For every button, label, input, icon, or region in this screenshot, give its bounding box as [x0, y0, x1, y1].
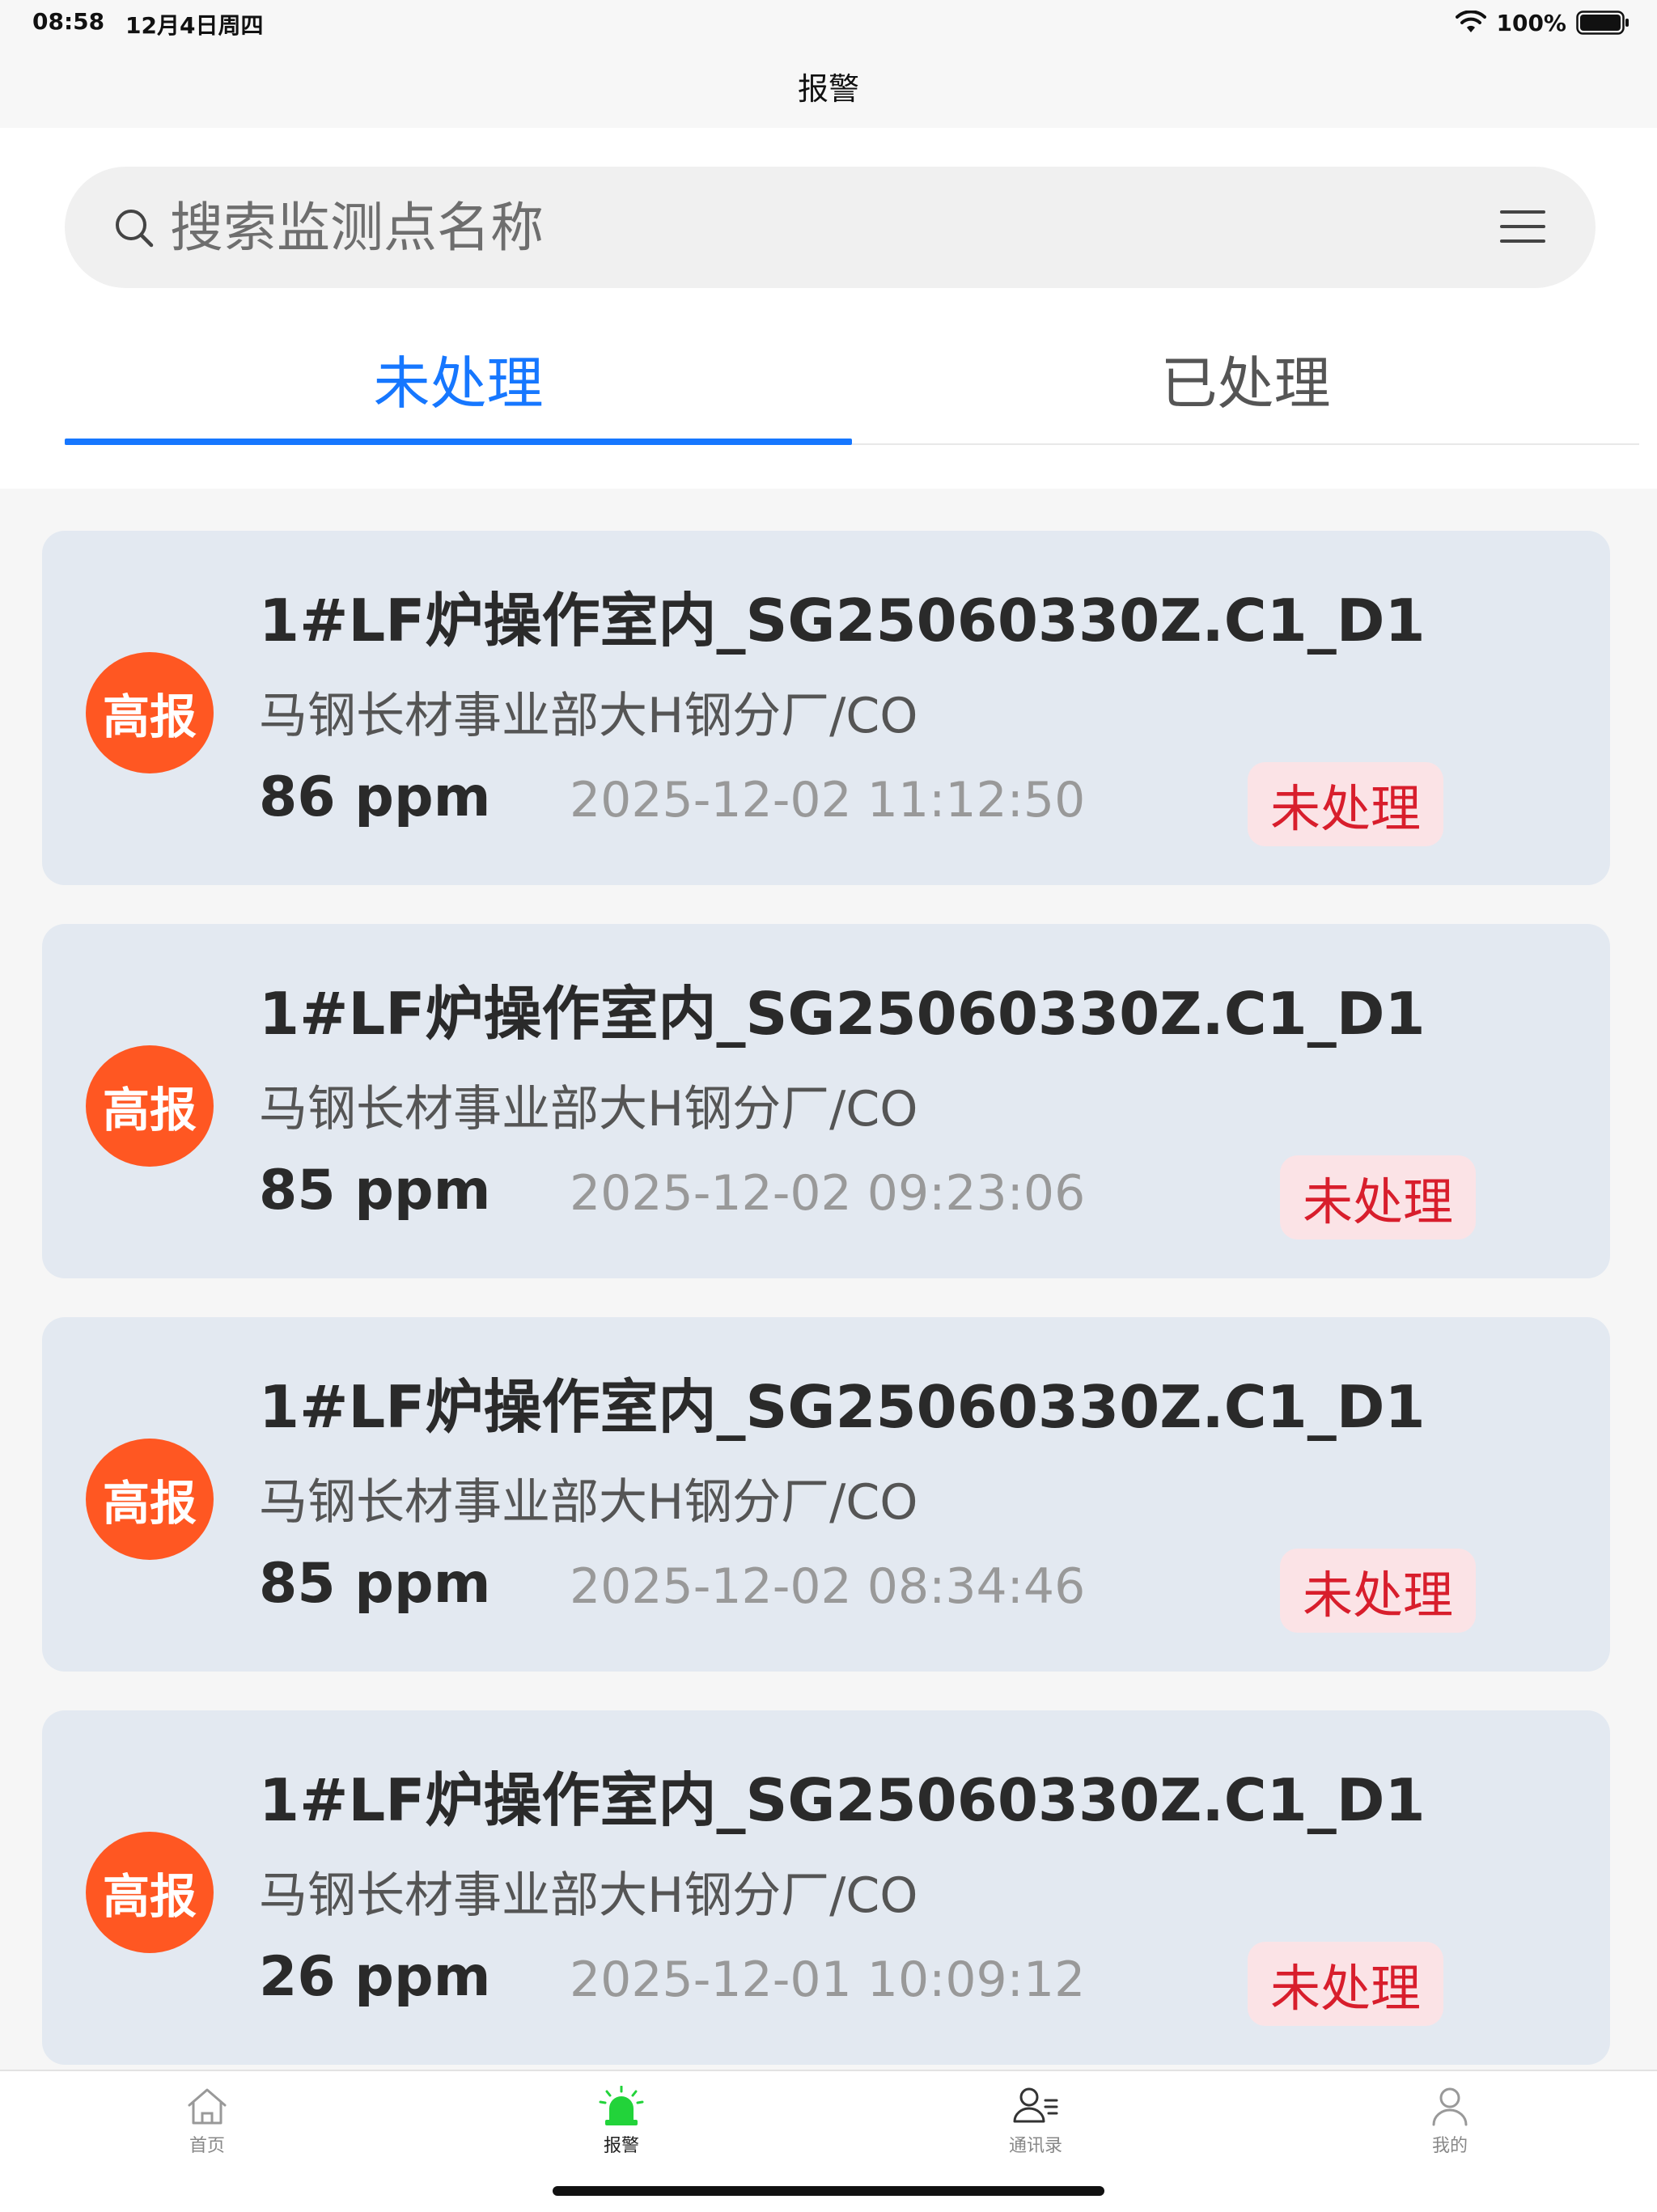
active-tab-indicator	[65, 439, 852, 445]
battery-percentage: 100%	[1496, 9, 1566, 36]
battery-icon	[1576, 11, 1629, 35]
tab-unprocessed[interactable]: 未处理	[65, 314, 852, 443]
alarm-value: 85 ppm	[259, 1159, 491, 1223]
alarm-location: 马钢长材事业部大H钢分厂/CO	[259, 1867, 918, 1924]
navigation-bar: 报警	[0, 44, 1657, 128]
alarm-value: 26 ppm	[259, 1945, 491, 2009]
status-date: 12月4日周四	[125, 12, 264, 39]
alarm-time: 2025-12-02 09:23:06	[570, 1165, 1086, 1222]
alarm-card[interactable]: 高报 1#LF炉操作室内_SG25060330Z.C1_D1 马钢长材事业部大H…	[42, 1317, 1610, 1672]
tabbar-label: 首页	[189, 2136, 225, 2156]
alarm-point-name: 1#LF炉操作室内_SG25060330Z.C1_D1	[259, 587, 1426, 655]
tab-processed[interactable]: 已处理	[852, 314, 1639, 443]
tabbar-item-alarm[interactable]: 报警	[540, 2086, 702, 2175]
alarm-value: 86 ppm	[259, 765, 491, 829]
alarm-time: 2025-12-02 11:12:50	[570, 772, 1086, 828]
status-time: 08:58	[32, 8, 105, 35]
search-bar	[65, 167, 1596, 288]
alarm-point-name: 1#LF炉操作室内_SG25060330Z.C1_D1	[259, 1373, 1426, 1441]
alarm-siren-icon	[597, 2086, 646, 2126]
alarm-value: 85 ppm	[259, 1552, 491, 1616]
alarm-level-badge: 高报	[86, 1045, 214, 1167]
alarm-card[interactable]: 高报 1#LF炉操作室内_SG25060330Z.C1_D1 马钢长材事业部大H…	[42, 924, 1610, 1278]
alarm-point-name: 1#LF炉操作室内_SG25060330Z.C1_D1	[259, 1766, 1426, 1834]
alarm-status-tag: 未处理	[1280, 1549, 1477, 1633]
alarm-level-badge: 高报	[86, 652, 214, 773]
tabbar-item-contacts[interactable]: 通讯录	[955, 2086, 1117, 2175]
alarm-status-tag: 未处理	[1280, 1155, 1477, 1239]
header-panel: 未处理 已处理	[0, 128, 1657, 489]
alarm-point-name: 1#LF炉操作室内_SG25060330Z.C1_D1	[259, 980, 1426, 1048]
alarm-time: 2025-12-02 08:34:46	[570, 1558, 1086, 1615]
status-indicators: 100%	[1456, 6, 1629, 39]
status-tabs: 未处理 已处理	[65, 314, 1639, 450]
tabbar-label: 报警	[603, 2136, 639, 2156]
home-icon	[184, 2086, 230, 2126]
alarm-location: 马钢长材事业部大H钢分厂/CO	[259, 1081, 918, 1138]
wifi-icon	[1456, 11, 1487, 35]
tabbar-item-profile[interactable]: 我的	[1369, 2086, 1531, 2175]
search-input[interactable]	[170, 189, 1424, 265]
contacts-icon	[1011, 2086, 1060, 2126]
alarm-level-badge: 高报	[86, 1832, 214, 1953]
alarm-location: 马钢长材事业部大H钢分厂/CO	[259, 1474, 918, 1531]
search-icon	[113, 207, 155, 249]
status-bar: 08:58 12月4日周四 100%	[0, 0, 1657, 44]
home-indicator	[553, 2186, 1104, 2196]
alarm-card[interactable]: 高报 1#LF炉操作室内_SG25060330Z.C1_D1 马钢长材事业部大H…	[42, 1710, 1610, 2065]
alarm-card[interactable]: 高报 1#LF炉操作室内_SG25060330Z.C1_D1 马钢长材事业部大H…	[42, 531, 1610, 885]
tabbar-label: 我的	[1431, 2136, 1468, 2156]
page-title: 报警	[797, 70, 859, 107]
alarm-location: 马钢长材事业部大H钢分厂/CO	[259, 688, 918, 744]
alarm-status-tag: 未处理	[1248, 1942, 1444, 2026]
alarm-list: 高报 1#LF炉操作室内_SG25060330Z.C1_D1 马钢长材事业部大H…	[42, 531, 1610, 2104]
profile-icon	[1427, 2086, 1473, 2126]
alarm-level-badge: 高报	[86, 1439, 214, 1560]
alarm-status-tag: 未处理	[1248, 762, 1444, 846]
menu-icon[interactable]	[1500, 207, 1545, 246]
tabbar-item-home[interactable]: 首页	[126, 2086, 288, 2175]
tabbar-label: 通讯录	[1008, 2136, 1062, 2156]
alarm-time: 2025-12-01 10:09:12	[570, 1951, 1086, 2008]
